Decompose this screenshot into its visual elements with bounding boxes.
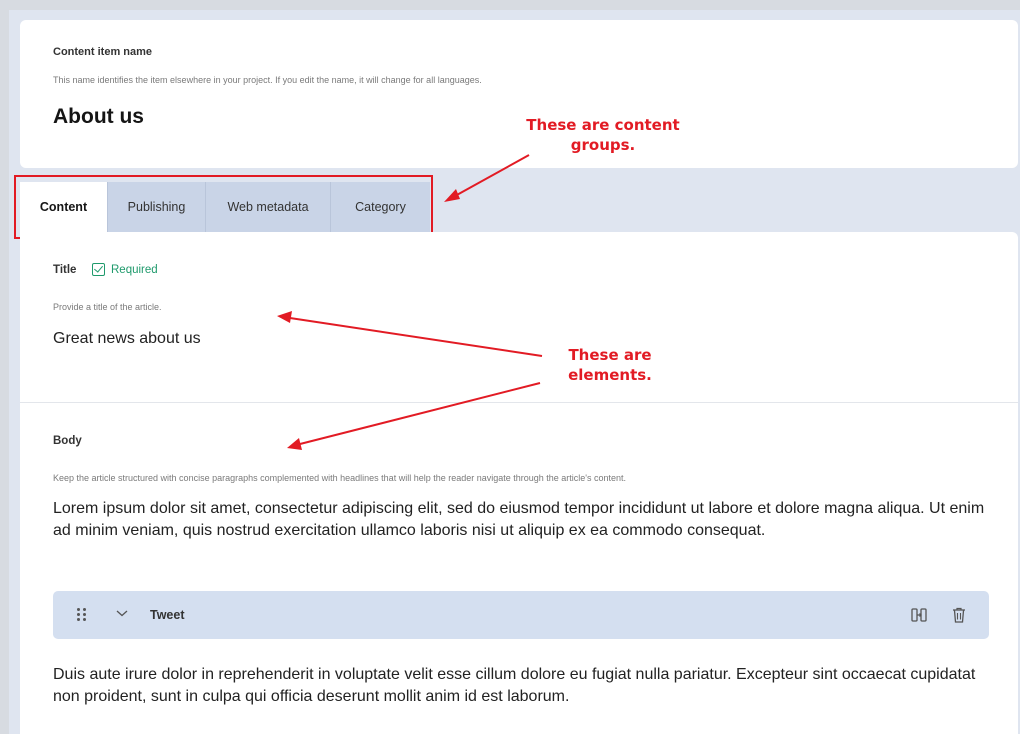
element-divider xyxy=(20,402,1018,403)
window-frame-top xyxy=(0,0,1020,10)
annotation-content-groups: These are content groups. xyxy=(526,116,680,154)
body-element-label: Body xyxy=(53,435,82,447)
tab-content[interactable]: Content xyxy=(20,182,108,232)
body-element-help: Keep the article structured with concise… xyxy=(53,473,627,483)
tweet-component-label: Tweet xyxy=(150,608,185,622)
required-text: Required xyxy=(111,263,158,276)
tab-web-metadata[interactable]: Web metadata xyxy=(206,182,331,232)
checkbox-checked-icon xyxy=(92,263,105,276)
title-element-label: Title xyxy=(53,264,77,276)
body-rich-text-paragraph[interactable]: Duis aute irure dolor in reprehenderit i… xyxy=(53,664,993,708)
drag-handle-icon[interactable] xyxy=(77,608,87,622)
tweet-component[interactable]: Tweet xyxy=(53,591,989,639)
annotation-elements: These are elements. xyxy=(568,346,652,384)
title-input[interactable]: Great news about us xyxy=(53,330,201,348)
title-element-help: Provide a title of the article. xyxy=(53,302,162,312)
content-item-name-card xyxy=(20,20,1018,168)
content-elements-card xyxy=(20,232,1018,734)
tab-category[interactable]: Category xyxy=(331,182,430,232)
screenshot-stage: Content item name This name identifies t… xyxy=(0,0,1020,734)
content-item-name-help: This name identifies the item elsewhere … xyxy=(53,75,482,85)
body-rich-text-paragraph[interactable]: Lorem ipsum dolor sit amet, consectetur … xyxy=(53,498,993,542)
content-item-name-input[interactable]: About us xyxy=(53,105,144,129)
required-badge: Required xyxy=(92,263,158,276)
window-frame-left xyxy=(0,0,9,734)
tab-publishing[interactable]: Publishing xyxy=(108,182,206,232)
convert-icon[interactable] xyxy=(910,606,928,624)
content-group-tabs: Content Publishing Web metadata Category xyxy=(20,182,430,232)
trash-icon[interactable] xyxy=(951,606,967,624)
chevron-down-icon[interactable] xyxy=(116,607,128,619)
content-item-name-label: Content item name xyxy=(53,46,153,58)
